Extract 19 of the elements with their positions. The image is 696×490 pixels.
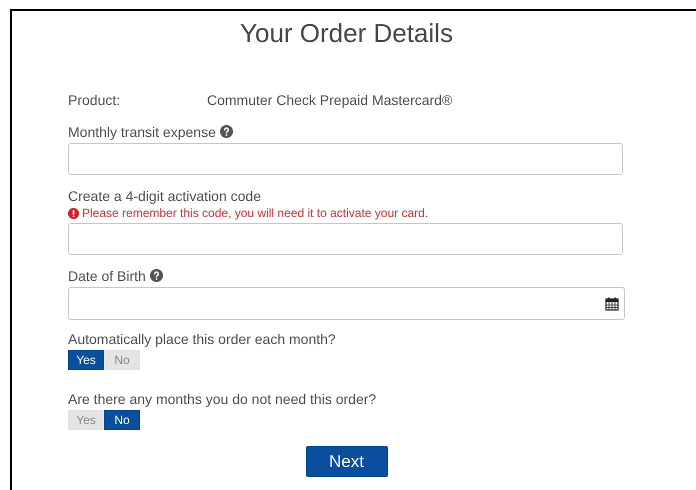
toggle-option[interactable]: No [104,410,140,430]
question-label: Automatically place this order each month? [68,330,337,348]
input-field[interactable] [68,223,623,255]
field-label: Monthly transit expense [68,124,216,140]
input-field[interactable] [68,143,623,175]
toggle-option[interactable]: Yes [68,350,104,370]
warning-text: Please remember this code, you will need it to activate your card. [82,205,428,221]
help-icon [150,269,163,282]
next-button[interactable]: Next [306,446,388,477]
page-title: Your Order Details [239,17,454,49]
calendar-icon[interactable] [605,296,619,310]
product-value: Commuter Check Prepaid Mastercard® [207,91,452,109]
product-label: Product: [68,91,122,109]
alert-icon [68,208,79,218]
question-label: Are there any months you do not need this order? [68,390,378,408]
field-label: Date of Birth [68,268,146,284]
help-icon [220,125,233,138]
field-label: Create a 4-digit activation code [68,188,261,204]
date-field[interactable] [68,287,625,320]
